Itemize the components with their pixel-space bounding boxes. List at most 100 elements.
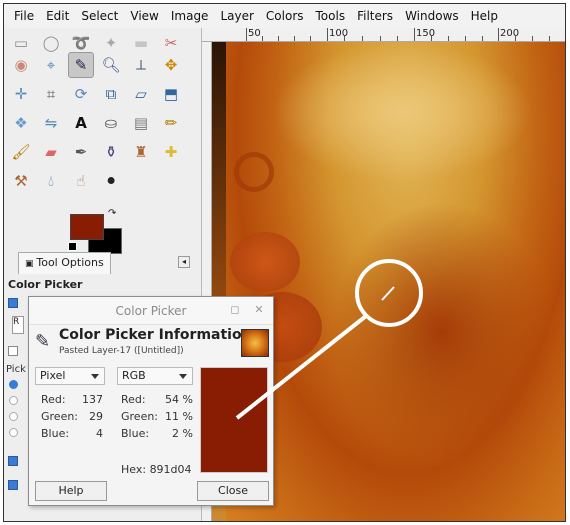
tab-tool-options-label: Tool Options: [36, 256, 104, 269]
pixel-blue-label: Blue:: [41, 427, 70, 440]
menu-filters[interactable]: Filters: [351, 9, 399, 23]
image-ruffle-1: [234, 152, 274, 192]
close-icon[interactable]: ✕: [253, 304, 265, 316]
rgb-green-value: 11 %: [165, 410, 193, 423]
option-radio-3[interactable]: [9, 412, 18, 421]
menu-colors[interactable]: Colors: [260, 9, 310, 23]
pixel-red-value: 137: [82, 393, 103, 406]
menu-view[interactable]: View: [124, 9, 164, 23]
move-tool-icon[interactable]: ✥: [158, 52, 184, 78]
rgb-red-label: Red:: [121, 393, 146, 406]
left-mode-select[interactable]: Pixel: [35, 367, 105, 385]
maximize-icon[interactable]: ◻: [229, 304, 241, 316]
right-mode-value: RGB: [122, 369, 146, 382]
dialog-titlebar[interactable]: Color Picker ◻ ✕: [29, 297, 273, 325]
paintbrush-tool-icon[interactable]: 🖌︎: [8, 139, 34, 165]
image-light-region: [272, 42, 532, 182]
rgb-red-value: 54 %: [165, 393, 193, 406]
tool-grid: ◉ ⌖ ✎ 🔍︎ ⟂ ✥ ✛ ⌗ ⟳ ⧉ ▱ ⬒ ❖ ⇋ A ⛀ ▤ ✏ 🖌︎ …: [8, 52, 188, 197]
option-radio-1[interactable]: [9, 380, 18, 389]
menu-select[interactable]: Select: [75, 9, 124, 23]
close-button[interactable]: Close: [197, 481, 269, 501]
align-tool-icon[interactable]: ✛: [8, 81, 34, 107]
tool-options-tab-icon: ▣: [25, 259, 37, 269]
dodge-burn-tool-icon[interactable]: ⚫: [98, 168, 124, 194]
pixel-blue-value: 4: [96, 427, 103, 440]
pixel-green-value: 29: [89, 410, 103, 423]
reset-colors-icon[interactable]: [68, 242, 77, 251]
hex-row: Hex: 891d04: [121, 463, 192, 476]
option-radio-2[interactable]: [9, 396, 18, 405]
shear-tool-icon[interactable]: ▱: [128, 81, 154, 107]
ink-tool-icon[interactable]: ⚱: [98, 139, 124, 165]
horizontal-ruler: 50 100 150 200: [202, 28, 565, 42]
rgb-green-label: Green:: [121, 410, 159, 423]
rotate-tool-icon[interactable]: ⟳: [68, 81, 94, 107]
pixel-red-label: Red:: [41, 393, 66, 406]
pixel-green-row: Green: 29: [41, 410, 103, 423]
color-picker-icon: ✎: [35, 331, 51, 352]
menu-image[interactable]: Image: [165, 9, 215, 23]
option-checkbox-2[interactable]: [8, 346, 18, 356]
measure-tool-icon[interactable]: ⟂: [128, 52, 154, 78]
zoom-tool-icon[interactable]: 🔍︎: [98, 52, 124, 78]
tab-menu-icon[interactable]: ◂: [178, 256, 190, 268]
perspective-tool-icon[interactable]: ⬒: [158, 81, 184, 107]
app-window: File Edit Select View Image Layer Colors…: [3, 3, 566, 522]
foreground-color-swatch[interactable]: [70, 214, 104, 240]
crop-tool-icon[interactable]: ⌗: [38, 81, 64, 107]
scale-tool-icon[interactable]: ⧉: [98, 81, 124, 107]
color-picker-dialog: Color Picker ◻ ✕ ✎ Color Picker Informat…: [28, 296, 274, 506]
option-radio-4[interactable]: [9, 428, 18, 437]
eraser-tool-icon[interactable]: ▰: [38, 139, 64, 165]
hex-label: Hex:: [121, 463, 147, 476]
flip-tool-icon[interactable]: ⇋: [38, 110, 64, 136]
chevron-down-icon: [179, 374, 187, 379]
help-button[interactable]: Help: [35, 481, 107, 501]
hex-value: 891d04: [149, 463, 192, 476]
option-checkbox-1[interactable]: [8, 298, 18, 308]
ruler-label-100: 100: [329, 28, 349, 39]
dialog-subheading: Pasted Layer-17 ([Untitled]): [59, 346, 184, 356]
option-checkbox-4[interactable]: [8, 480, 18, 490]
airbrush-tool-icon[interactable]: ✒: [68, 139, 94, 165]
menu-edit[interactable]: Edit: [40, 9, 75, 23]
clone-tool-icon[interactable]: ♜: [128, 139, 154, 165]
paths-tool-icon[interactable]: ⌖: [38, 52, 64, 78]
foreground-select-icon[interactable]: ◉: [8, 52, 34, 78]
rgb-blue-row: Blue: 2 %: [121, 427, 193, 440]
rgb-green-row: Green: 11 %: [121, 410, 193, 423]
color-picker-tool-icon[interactable]: ✎: [68, 52, 94, 78]
blend-tool-icon[interactable]: ▤: [128, 110, 154, 136]
perspective-clone-icon[interactable]: ⚒: [8, 168, 34, 194]
menu-file[interactable]: File: [8, 9, 40, 23]
smudge-tool-icon[interactable]: ☝: [68, 168, 94, 194]
text-tool-icon[interactable]: A: [68, 110, 94, 136]
tool-options-title: Color Picker: [8, 278, 83, 291]
menu-windows[interactable]: Windows: [399, 9, 465, 23]
swap-colors-icon[interactable]: ↷: [108, 208, 116, 219]
ruler-label-50: 50: [248, 28, 261, 39]
ruler-label-150: 150: [416, 28, 436, 39]
menu-layer[interactable]: Layer: [214, 9, 259, 23]
pixel-blue-row: Blue: 4: [41, 427, 103, 440]
option-checkbox-3[interactable]: [8, 456, 18, 466]
tab-tool-options[interactable]: ▣ Tool Options: [18, 252, 111, 274]
rgb-blue-value: 2 %: [172, 427, 193, 440]
bucket-fill-icon[interactable]: ⛀: [98, 110, 124, 136]
dialog-title: Color Picker: [115, 304, 187, 318]
menu-tools[interactable]: Tools: [310, 9, 352, 23]
dialog-heading: Color Picker Information: [59, 327, 252, 343]
right-mode-select[interactable]: RGB: [117, 367, 193, 385]
pencil-tool-icon[interactable]: ✏: [158, 110, 184, 136]
menu-bar: File Edit Select View Image Layer Colors…: [4, 4, 565, 28]
image-ruffle-2: [230, 232, 300, 292]
heal-tool-icon[interactable]: ✚: [158, 139, 184, 165]
rgb-blue-label: Blue:: [121, 427, 150, 440]
image-thumbnail: [241, 329, 269, 357]
rgb-red-row: Red: 54 %: [121, 393, 193, 406]
cage-transform-icon[interactable]: ❖: [8, 110, 34, 136]
option-field[interactable]: R: [12, 316, 24, 334]
menu-help[interactable]: Help: [465, 9, 504, 23]
blur-tool-icon[interactable]: 💧︎: [38, 168, 64, 194]
